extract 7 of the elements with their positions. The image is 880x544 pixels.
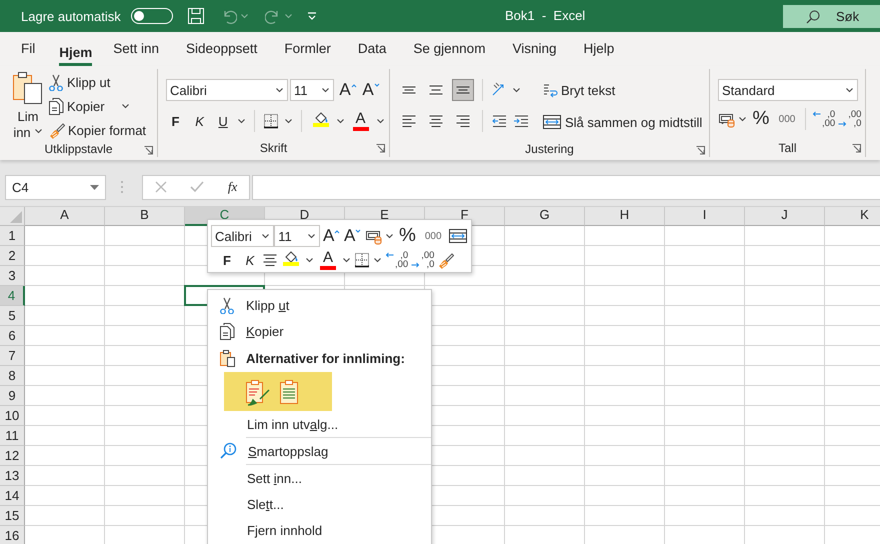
section-heading: Alternativer for innliming: (246, 350, 405, 366)
group-label: Utklippstavle (44, 142, 113, 156)
window-title: Bok1 - Excel (505, 8, 586, 23)
group-label: Justering (525, 142, 574, 156)
group-label: Tall (778, 141, 796, 155)
group-label: Skrift (260, 141, 288, 155)
autosave-label: Lagre automatisk (21, 8, 121, 24)
